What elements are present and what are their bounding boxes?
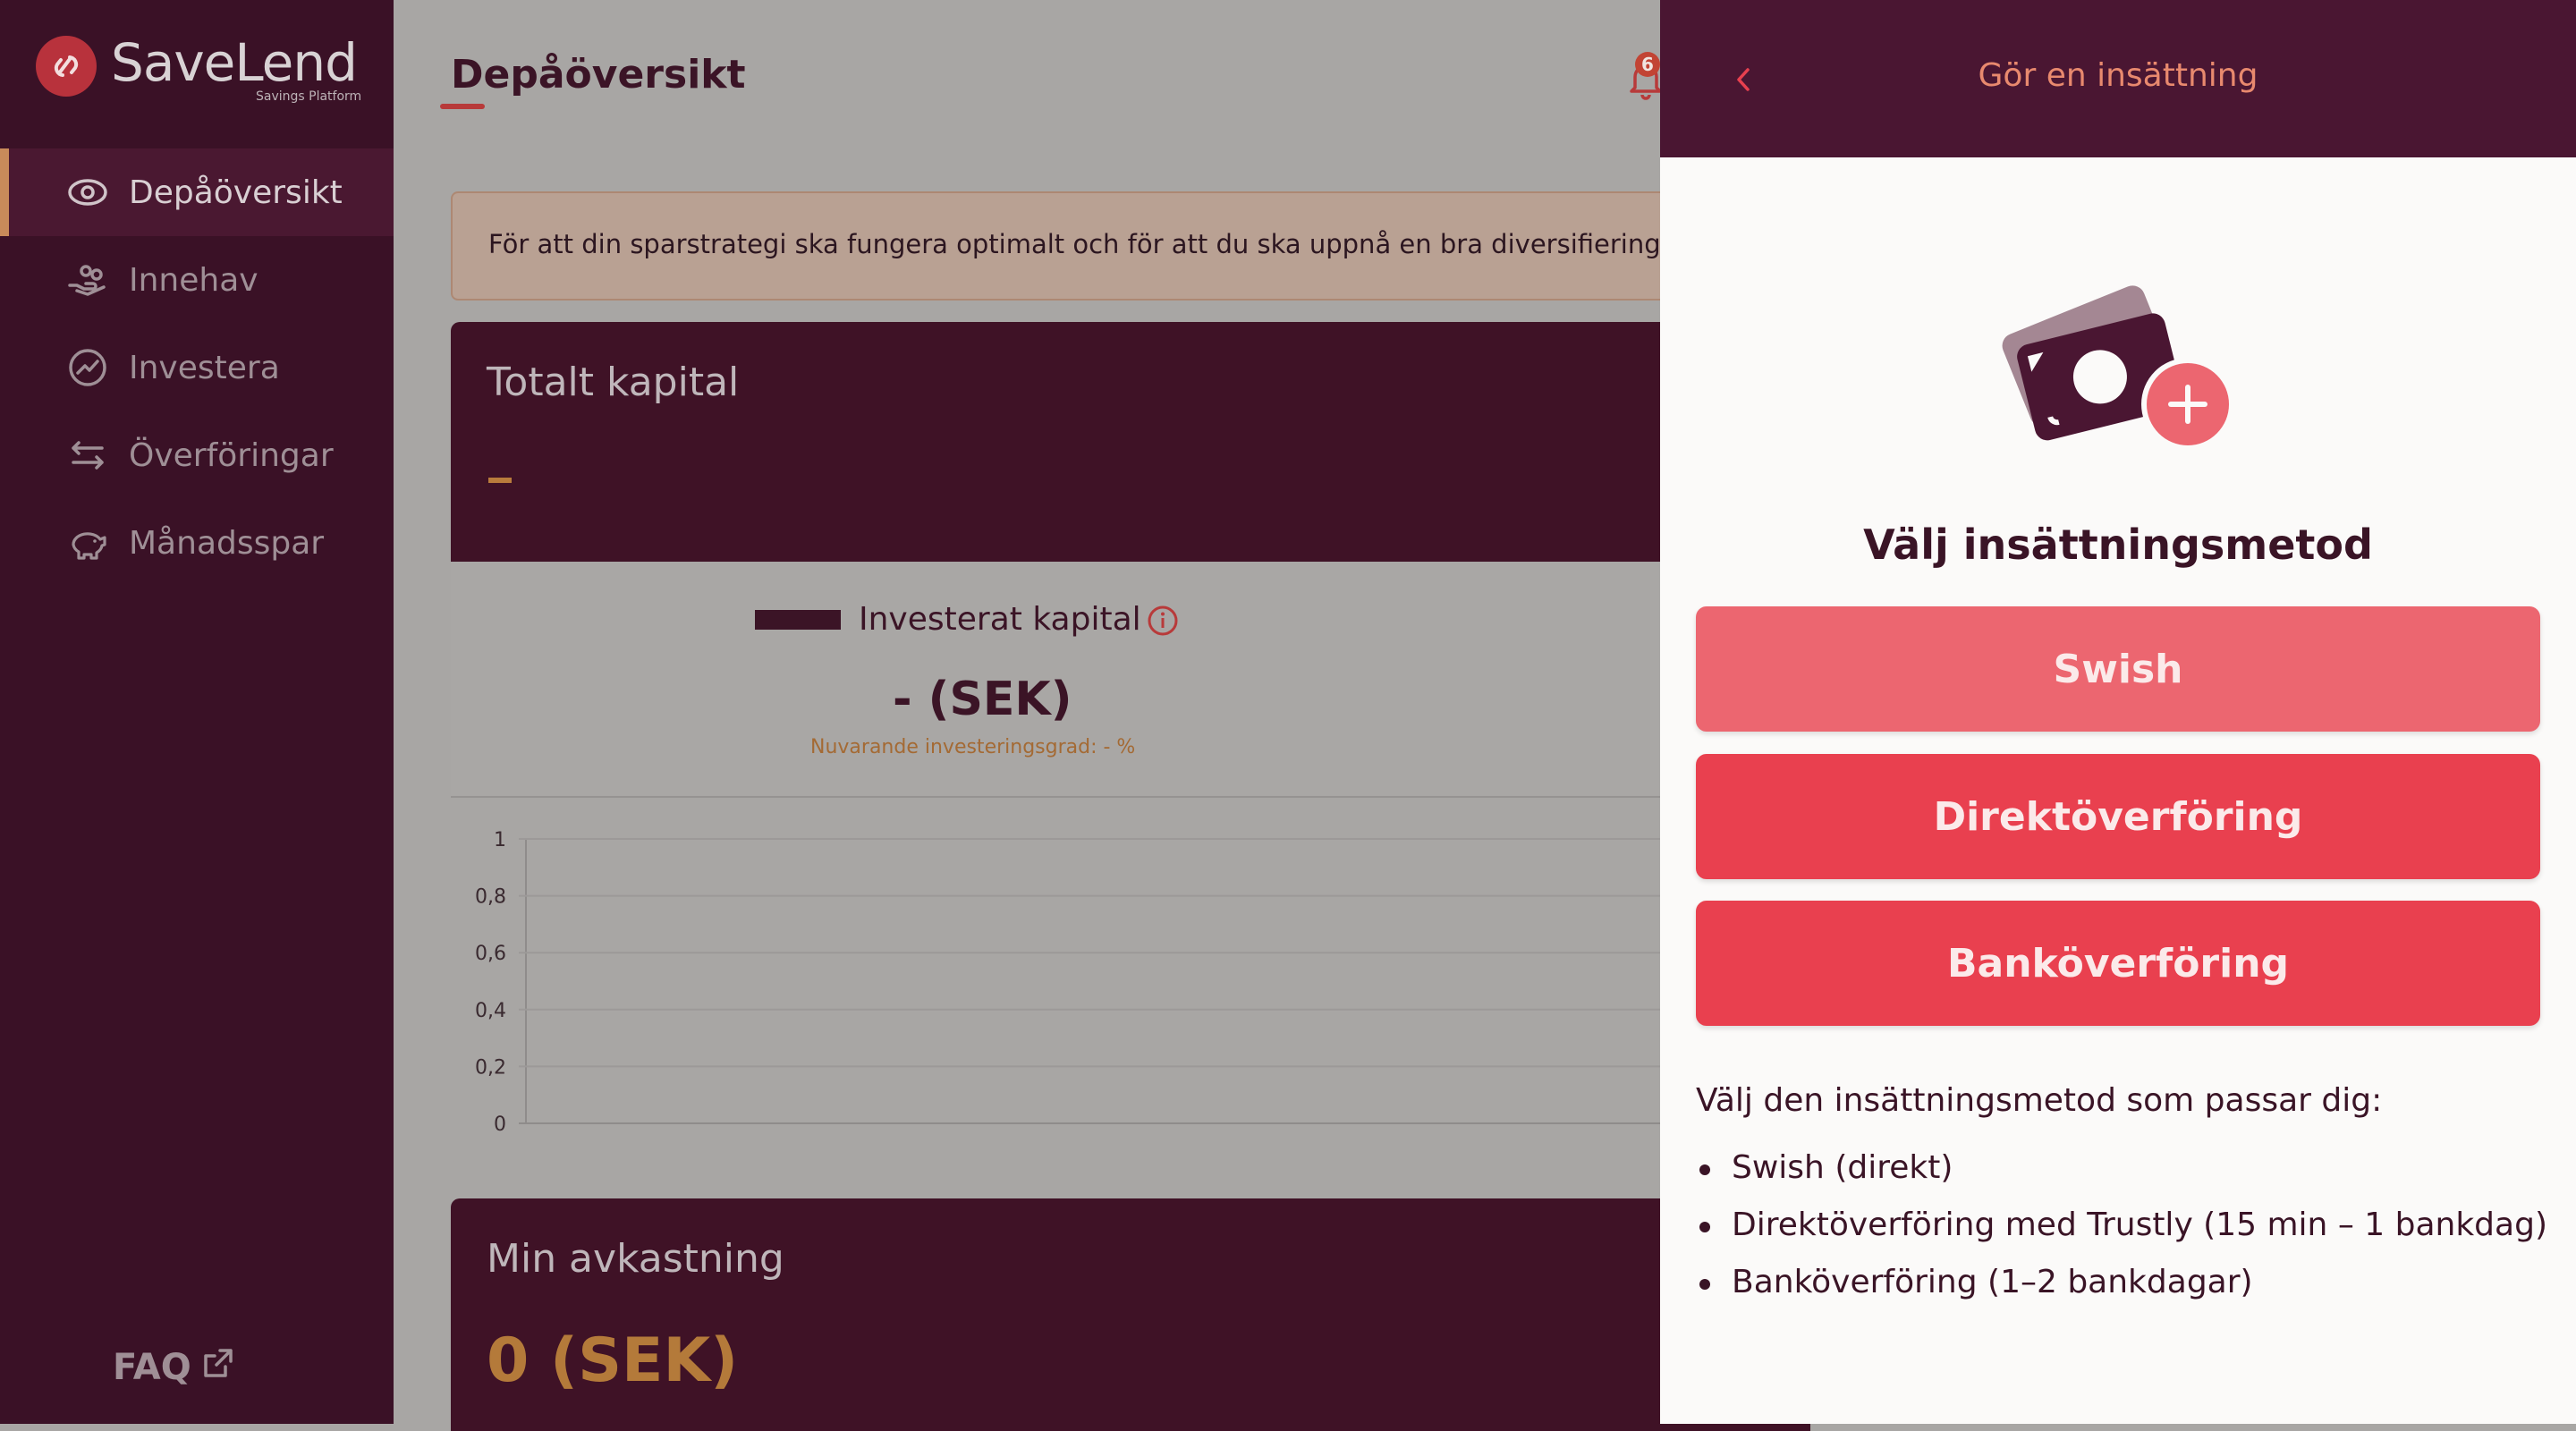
capital-chart: 1 0,8 0,6 0,4 0,2 0: [451, 796, 1810, 1164]
sidebar-item-manadsspar[interactable]: Månadsspar: [0, 499, 394, 587]
sidebar-item-label: Månadsspar: [129, 524, 325, 562]
info-icon[interactable]: [1147, 605, 1179, 637]
eye-icon: [66, 171, 109, 214]
sidebar-item-investera[interactable]: Investera: [0, 324, 394, 411]
money-deposit-icon: [1980, 268, 2249, 474]
chart-y-tick-label: 0,2: [475, 1056, 506, 1079]
direct-transfer-button[interactable]: Direktöverföring: [1696, 754, 2540, 879]
deposit-panel-header: Gör en insättning: [1660, 0, 2576, 157]
returns-label: Min avkastning: [487, 1236, 784, 1282]
sidebar-item-depaoversikt[interactable]: Depåöversikt: [0, 148, 394, 236]
faq-label: FAQ: [113, 1347, 191, 1388]
sidebar-item-label: Investera: [129, 349, 280, 386]
deposit-method-heading: Välj insättningsmetod: [1863, 521, 2373, 569]
notice-text: För att din sparstrategi ska fungera opt…: [488, 229, 1801, 259]
sidebar-item-innehav[interactable]: Innehav: [0, 236, 394, 324]
capital-chart-svg: 1 0,8 0,6 0,4 0,2 0: [475, 829, 1810, 1136]
method-list: Swish (direkt) Direktöverföring med Trus…: [1696, 1145, 2547, 1317]
list-item: Direktöverföring med Trustly (15 min – 1…: [1696, 1202, 2547, 1259]
deposit-panel-title: Gör en insättning: [1978, 57, 2258, 94]
sidebar-item-label: Innehav: [129, 261, 258, 299]
savelend-logo-icon: [36, 36, 97, 97]
method-intro-text: Välj den insättningsmetod som passar dig…: [1696, 1082, 2383, 1119]
returns-card: Min avkastning 0 (SEK): [451, 1198, 1810, 1431]
investment-rate-label: Nuvarande investeringsgrad: - %: [810, 736, 1136, 758]
list-item: Swish (direkt): [1696, 1145, 2547, 1202]
sidebar-nav: Depåöversikt Innehav Investera Överförin…: [0, 148, 394, 587]
external-link-icon: [200, 1345, 236, 1390]
sidebar-item-label: Depåöversikt: [129, 174, 343, 211]
sidebar-item-overforingar[interactable]: Överföringar: [0, 411, 394, 499]
page-title-underline: [440, 104, 485, 109]
bank-transfer-button[interactable]: Banköverföring: [1696, 901, 2540, 1026]
transfer-arrows-icon: [66, 434, 109, 477]
total-capital-card: Totalt kapital: [451, 322, 1810, 562]
chart-y-tick-label: 0,8: [475, 886, 506, 909]
invested-capital-value: - (SEK): [893, 673, 1072, 726]
page-title: Depåöversikt: [451, 52, 746, 97]
invested-legend-swatch: [755, 610, 841, 630]
chart-y-tick-label: 0,6: [475, 943, 506, 965]
invested-capital-section: [451, 562, 1810, 796]
brand-logo[interactable]: SaveLend Savings Platform: [36, 32, 376, 104]
total-capital-value: [488, 478, 512, 483]
chart-y-tick-label: 0,4: [475, 1000, 506, 1022]
chart-y-tick-label: 0: [494, 1113, 506, 1136]
faq-link[interactable]: FAQ: [113, 1345, 236, 1390]
invested-legend-label: Investerat kapital: [859, 601, 1141, 638]
trend-chart-icon: [66, 346, 109, 389]
sidebar-item-label: Överföringar: [129, 436, 334, 474]
total-capital-label: Totalt kapital: [487, 360, 740, 405]
swish-button[interactable]: Swish: [1696, 606, 2540, 732]
list-item: Banköverföring (1–2 bankdagar): [1696, 1259, 2547, 1317]
diversification-notice: För att din sparstrategi ska fungera opt…: [451, 191, 1810, 301]
chart-y-tick-label: 1: [494, 829, 506, 851]
sidebar: SaveLend Savings Platform Depåöversikt I…: [0, 0, 394, 1424]
brand-name: SaveLend: [111, 32, 358, 93]
notification-count-badge: 6: [1635, 52, 1660, 77]
returns-value: 0 (SEK): [487, 1325, 739, 1396]
piggy-bank-icon: [66, 521, 109, 564]
deposit-panel: Gör en insättning Välj insättningsmetod …: [1660, 0, 2576, 1424]
hand-coins-icon: [66, 258, 109, 301]
brand-tagline: Savings Platform: [256, 89, 362, 104]
